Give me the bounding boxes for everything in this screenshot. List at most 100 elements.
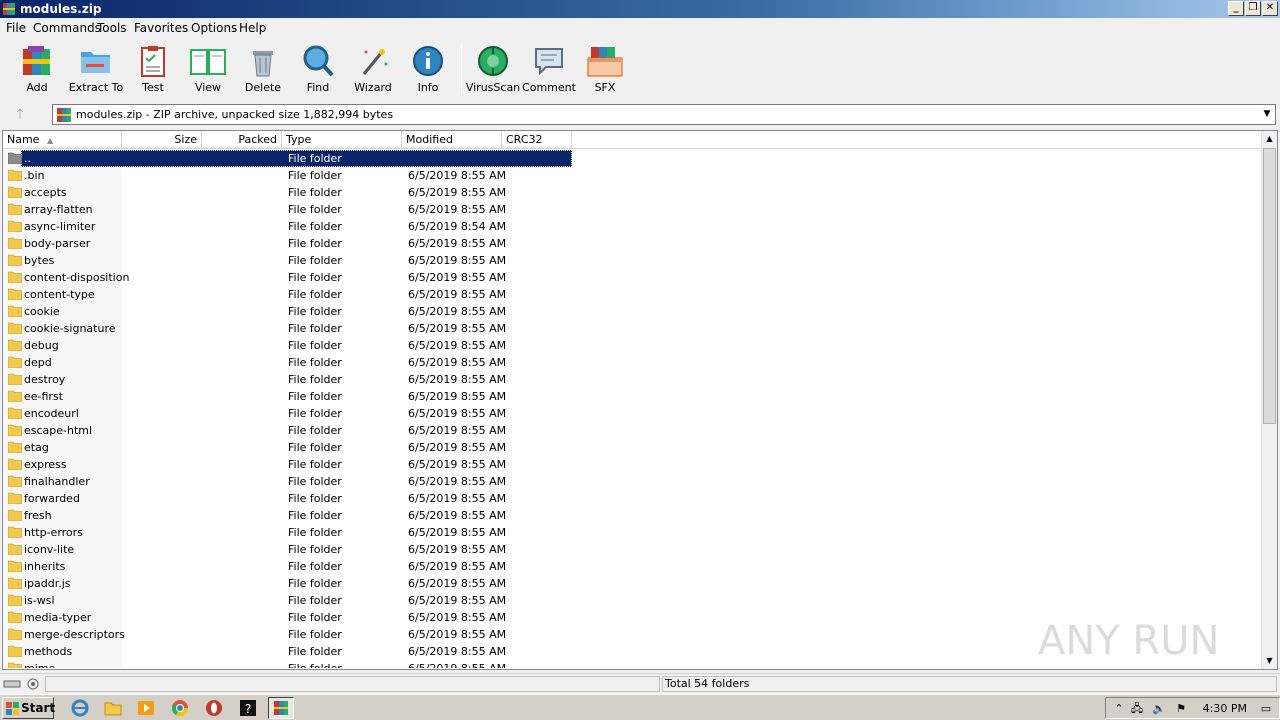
- cell-modified: 6/5/2019 8:55 AM: [408, 424, 507, 437]
- network-icon[interactable]: 🖧: [1130, 702, 1144, 716]
- internet-explorer-icon[interactable]: [70, 699, 90, 717]
- comment-button[interactable]: Comment: [521, 44, 577, 98]
- view-button[interactable]: View: [180, 44, 236, 98]
- sfx-button[interactable]: SFX: [577, 44, 633, 98]
- table-row[interactable]: destroy File folder 6/5/2019 8:55 AM: [3, 371, 1263, 388]
- cell-name: forwarded: [24, 492, 80, 505]
- add-button[interactable]: Add: [9, 44, 65, 98]
- cell-name: bytes: [24, 254, 55, 267]
- find-button[interactable]: Find: [290, 44, 346, 98]
- info-label: Info: [417, 81, 439, 94]
- chrome-icon[interactable]: [170, 699, 190, 717]
- table-row[interactable]: encodeurl File folder 6/5/2019 8:55 AM: [3, 405, 1263, 422]
- table-row[interactable]: array-flatten File folder 6/5/2019 8:55 AM: [3, 201, 1263, 218]
- column-name[interactable]: Name ▲: [3, 131, 122, 149]
- folder-icon: [8, 611, 22, 623]
- cell-name: media-typer: [24, 611, 92, 624]
- table-row[interactable]: content-disposition File folder 6/5/2019 8…: [3, 269, 1263, 286]
- table-row[interactable]: bytes File folder 6/5/2019 8:55 AM: [3, 252, 1263, 269]
- terminal-icon[interactable]: ?: [238, 699, 258, 717]
- scroll-up-arrow-icon[interactable]: ▲: [1262, 131, 1277, 147]
- clock[interactable]: 4:30 PM: [1203, 702, 1247, 715]
- table-row[interactable]: escape-html File folder 6/5/2019 8:55 AM: [3, 422, 1263, 439]
- file-explorer-icon[interactable]: [103, 699, 123, 717]
- wizard-label: Wizard: [354, 81, 392, 94]
- parent-folder-row[interactable]: .. File folder: [3, 150, 1263, 167]
- vertical-scrollbar[interactable]: ▲ ▼: [1261, 131, 1277, 669]
- folder-icon: [8, 645, 22, 657]
- show-desktop-icon[interactable]: ▭: [1259, 702, 1273, 716]
- cell-name: http-errors: [24, 526, 83, 539]
- media-player-icon[interactable]: [136, 699, 156, 717]
- cell-name: depd: [24, 356, 52, 369]
- address-bar[interactable]: modules.zip - ZIP archive, unpacked size…: [52, 104, 1276, 125]
- info-button[interactable]: Info: [400, 44, 456, 98]
- column-packed[interactable]: Packed: [202, 131, 282, 149]
- chevron-down-icon[interactable]: ▼: [1259, 105, 1275, 124]
- start-button[interactable]: Start: [2, 697, 55, 719]
- table-row[interactable]: is-wsl File folder 6/5/2019 8:55 AM: [3, 592, 1263, 609]
- cell-modified: 6/5/2019 8:55 AM: [408, 237, 507, 250]
- wizard-button[interactable]: Wizard: [345, 44, 401, 98]
- table-row[interactable]: cookie-signature File folder 6/5/2019 8:55…: [3, 320, 1263, 337]
- opera-icon[interactable]: [204, 699, 224, 717]
- cell-type: File folder: [288, 577, 342, 590]
- cell-type: File folder: [288, 288, 342, 301]
- cell-type: File folder: [288, 594, 342, 607]
- table-row[interactable]: .bin File folder 6/5/2019 8:55 AM: [3, 167, 1263, 184]
- menu-options[interactable]: Options: [191, 21, 237, 35]
- up-arrow-icon[interactable]: 🡑: [10, 105, 30, 123]
- extract-to-button[interactable]: Extract To: [67, 44, 125, 98]
- minimize-button[interactable]: _: [1228, 1, 1244, 16]
- virusscan-button[interactable]: VirusScan: [465, 44, 521, 98]
- menu-file[interactable]: File: [6, 21, 26, 35]
- delete-button[interactable]: Delete: [235, 44, 291, 98]
- table-row[interactable]: debug File folder 6/5/2019 8:55 AM: [3, 337, 1263, 354]
- column-crc32[interactable]: CRC32: [502, 131, 572, 149]
- table-row[interactable]: async-limiter File folder 6/5/2019 8:54 AM: [3, 218, 1263, 235]
- table-row[interactable]: finalhandler File folder 6/5/2019 8:55 AM: [3, 473, 1263, 490]
- winrar-taskbar-button[interactable]: [268, 697, 294, 719]
- table-row[interactable]: iconv-lite File folder 6/5/2019 8:55 AM: [3, 541, 1263, 558]
- table-row[interactable]: accepts File folder 6/5/2019 8:55 AM: [3, 184, 1263, 201]
- cell-type: File folder: [288, 152, 342, 165]
- column-type[interactable]: Type: [282, 131, 402, 149]
- table-row[interactable]: body-parser File folder 6/5/2019 8:55 AM: [3, 235, 1263, 252]
- action-center-flag-icon[interactable]: ⚑: [1174, 702, 1188, 716]
- scroll-thumb[interactable]: [1263, 148, 1276, 424]
- cell-modified: 6/5/2019 8:55 AM: [408, 560, 507, 573]
- cell-modified: 6/5/2019 8:55 AM: [408, 645, 507, 658]
- cell-modified: 6/5/2019 8:55 AM: [408, 203, 507, 216]
- volume-icon[interactable]: 🔈: [1152, 702, 1166, 716]
- test-button[interactable]: Test: [125, 44, 181, 98]
- info-icon: [413, 46, 443, 76]
- folder-icon: [8, 475, 22, 487]
- table-row[interactable]: content-type File folder 6/5/2019 8:55 AM: [3, 286, 1263, 303]
- cell-name: fresh: [24, 509, 52, 522]
- table-row[interactable]: depd File folder 6/5/2019 8:55 AM: [3, 354, 1263, 371]
- file-list: Name ▲ Size Packed Type Modified CRC32 .…: [2, 130, 1278, 670]
- menu-commands[interactable]: Commands: [33, 21, 101, 35]
- virusscan-label: VirusScan: [465, 81, 521, 94]
- menu-help[interactable]: Help: [239, 21, 266, 35]
- column-size[interactable]: Size: [122, 131, 202, 149]
- table-row[interactable]: cookie File folder 6/5/2019 8:55 AM: [3, 303, 1263, 320]
- table-row[interactable]: fresh File folder 6/5/2019 8:55 AM: [3, 507, 1263, 524]
- table-row[interactable]: http-errors File folder 6/5/2019 8:55 AM: [3, 524, 1263, 541]
- table-row[interactable]: express File folder 6/5/2019 8:55 AM: [3, 456, 1263, 473]
- column-modified[interactable]: Modified: [402, 131, 502, 149]
- table-row[interactable]: inherits File folder 6/5/2019 8:55 AM: [3, 558, 1263, 575]
- restore-button[interactable]: ❐: [1245, 1, 1261, 16]
- table-row[interactable]: ipaddr.js File folder 6/5/2019 8:55 AM: [3, 575, 1263, 592]
- scroll-down-arrow-icon[interactable]: ▼: [1262, 653, 1277, 669]
- table-row[interactable]: ee-first File folder 6/5/2019 8:55 AM: [3, 388, 1263, 405]
- tray-expand-icon[interactable]: ⌃: [1112, 702, 1126, 716]
- table-row[interactable]: etag File folder 6/5/2019 8:55 AM: [3, 439, 1263, 456]
- menu-favorites[interactable]: Favorites: [134, 21, 188, 35]
- table-row[interactable]: forwarded File folder 6/5/2019 8:55 AM: [3, 490, 1263, 507]
- cell-name: is-wsl: [24, 594, 55, 607]
- menu-tools[interactable]: Tools: [97, 21, 127, 35]
- cell-type: File folder: [288, 322, 342, 335]
- cell-modified: 6/5/2019 8:55 AM: [408, 475, 507, 488]
- close-button[interactable]: ✕: [1262, 1, 1278, 16]
